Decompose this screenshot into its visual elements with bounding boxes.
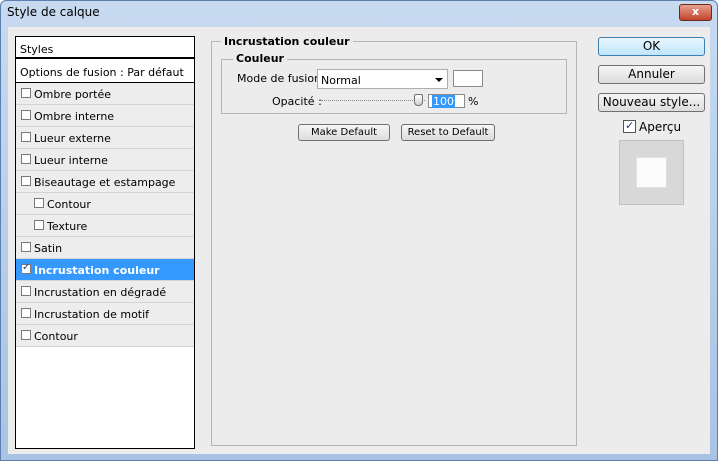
style-item-checkbox[interactable] <box>21 110 31 120</box>
title-bar[interactable]: Style de calque x <box>1 1 717 23</box>
style-item-label: Ombre interne <box>34 110 115 123</box>
new-style-button[interactable]: Nouveau style... <box>598 93 705 112</box>
styles-header-label: Styles <box>20 43 54 56</box>
style-item-label: Incrustation couleur <box>34 264 160 277</box>
style-item[interactable]: Satin <box>16 237 194 259</box>
style-item[interactable]: Incrustation en dégradé <box>16 281 194 303</box>
style-item-label: Incrustation de motif <box>34 308 150 321</box>
style-item[interactable]: Ombre portée <box>16 83 194 105</box>
preview-checkbox[interactable] <box>623 119 636 133</box>
style-item-checkbox[interactable] <box>34 220 44 230</box>
style-item-label: Contour <box>47 198 91 211</box>
opacity-slider-track[interactable] <box>321 100 425 103</box>
style-item-checkbox[interactable] <box>21 242 31 252</box>
blending-options-label: Options de fusion : Par défaut <box>20 66 184 79</box>
opacity-input[interactable]: 100 <box>428 94 465 108</box>
blend-mode-label: Mode de fusion : <box>237 72 329 85</box>
blending-options-item[interactable]: Options de fusion : Par défaut <box>16 60 194 83</box>
style-item-label: Lueur interne <box>34 154 108 167</box>
style-item-label: Contour <box>34 330 78 343</box>
dialog-client: Styles Options de fusion : Par défaut Om… <box>8 27 710 454</box>
style-item-label: Biseautage et estampage <box>34 176 176 189</box>
window-title: Style de calque <box>7 5 100 19</box>
style-item-checkbox[interactable] <box>21 88 31 98</box>
reset-to-default-button[interactable]: Reset to Default <box>401 124 495 141</box>
style-item-label: Lueur externe <box>34 132 111 145</box>
blend-mode-select[interactable]: Normal <box>317 69 448 89</box>
style-item-label: Ombre portée <box>34 88 111 101</box>
style-item-checkbox[interactable] <box>34 198 44 208</box>
chevron-down-icon <box>435 78 443 82</box>
blend-mode-value: Normal <box>321 74 361 87</box>
style-item[interactable]: Biseautage et estampage <box>16 171 194 193</box>
style-item[interactable]: Lueur interne <box>16 149 194 171</box>
opacity-label: Opacité : <box>272 95 322 108</box>
preview-label: Aperçu <box>639 120 682 134</box>
style-item-checkbox[interactable] <box>21 286 31 296</box>
panel-title: Incrustation couleur <box>221 35 353 48</box>
style-preview-swatch <box>636 157 667 188</box>
style-item-checkbox[interactable] <box>21 176 31 186</box>
opacity-value: 100 <box>432 95 455 108</box>
make-default-button[interactable]: Make Default <box>298 124 390 141</box>
style-item-checkbox[interactable] <box>21 308 31 318</box>
overlay-color-swatch[interactable] <box>453 70 483 87</box>
style-item[interactable]: Lueur externe <box>16 127 194 149</box>
close-button[interactable]: x <box>679 4 712 21</box>
color-group-title: Couleur <box>233 52 287 65</box>
style-item-label: Texture <box>47 220 88 233</box>
styles-list: Styles Options de fusion : Par défaut Om… <box>15 36 195 449</box>
dialog-window: Style de calque x Styles Options de fusi… <box>0 0 718 461</box>
style-item-checkbox[interactable] <box>21 262 31 274</box>
style-item-checkbox[interactable] <box>21 154 31 164</box>
style-item-label: Satin <box>34 242 63 255</box>
style-item[interactable]: Texture <box>16 215 194 237</box>
ok-button[interactable]: OK <box>598 37 705 56</box>
opacity-unit: % <box>468 95 479 108</box>
opacity-slider-thumb[interactable] <box>414 94 423 106</box>
style-item[interactable]: Contour <box>16 325 194 347</box>
style-item[interactable]: Ombre interne <box>16 105 194 127</box>
style-item-label: Incrustation en dégradé <box>34 286 167 299</box>
style-preview <box>619 140 684 205</box>
close-icon: x <box>691 5 700 18</box>
cancel-button[interactable]: Annuler <box>598 65 705 84</box>
style-item-checkbox[interactable] <box>21 330 31 340</box>
styles-list-header[interactable]: Styles <box>16 37 194 59</box>
style-item-checkbox[interactable] <box>21 132 31 142</box>
style-item[interactable]: Incrustation de motif <box>16 303 194 325</box>
style-item[interactable]: Contour <box>16 193 194 215</box>
style-item[interactable]: Incrustation couleur <box>16 259 194 281</box>
